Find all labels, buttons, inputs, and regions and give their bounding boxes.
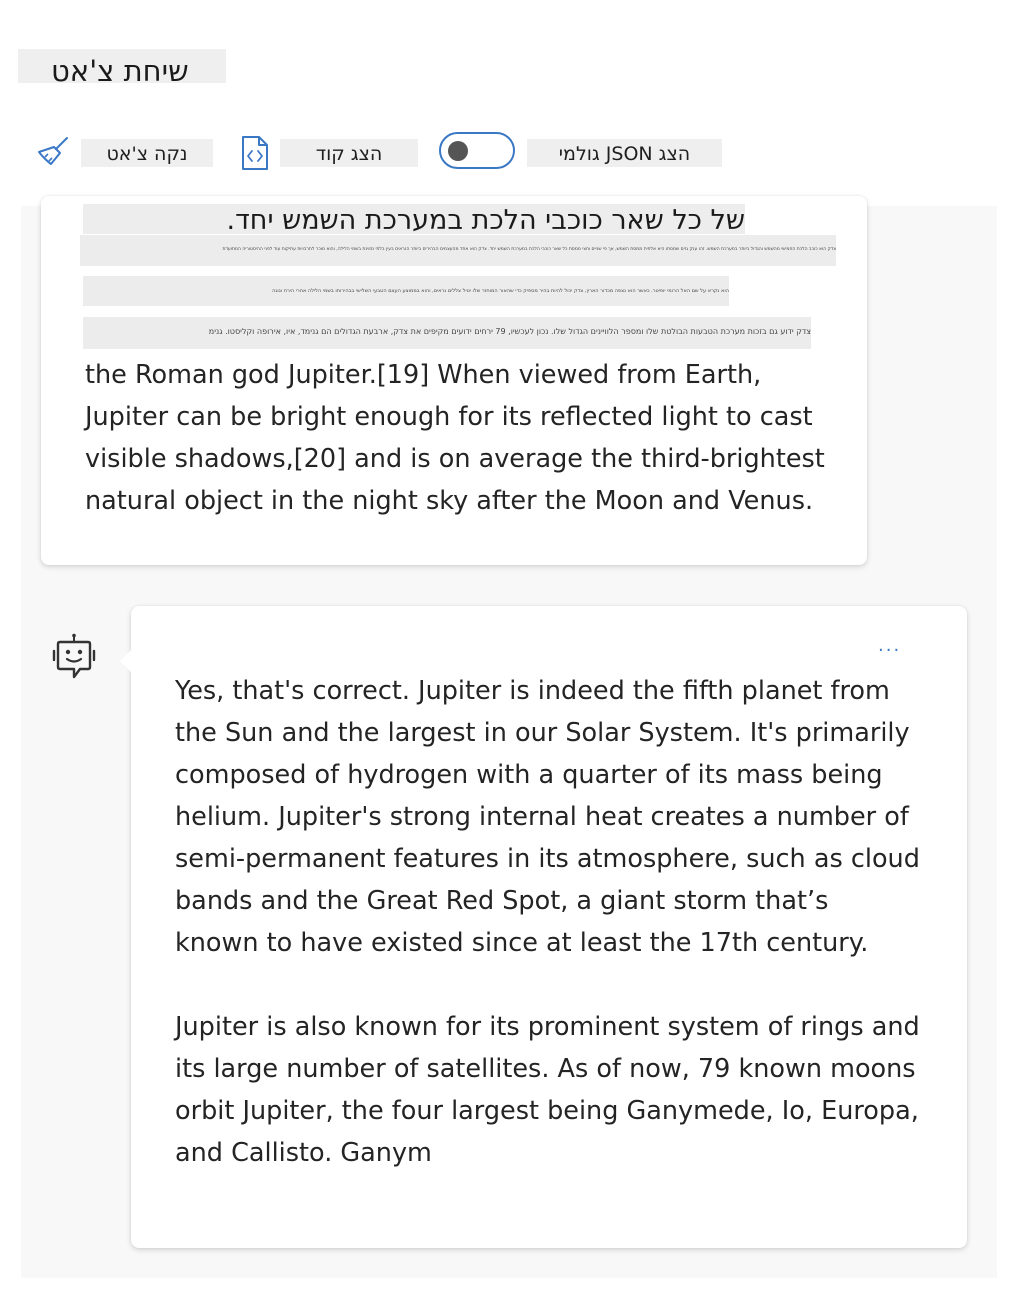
message-pointer xyxy=(120,649,132,673)
assistant-message: ... Yes, that's correct. Jupiter is inde… xyxy=(120,606,967,1248)
user-message-line: הוא נקרא על שם האל הרומי יופיטר. כאשר הו… xyxy=(83,276,729,306)
show-code-button[interactable]: הצג קוד xyxy=(280,139,418,167)
more-options-button[interactable]: ... xyxy=(878,634,901,658)
chat-panel-title-text: שיחת צ'אט xyxy=(51,54,189,83)
assistant-message-paragraph: Yes, that's correct. Jupiter is indeed t… xyxy=(175,676,920,958)
code-file-icon[interactable] xyxy=(240,135,270,171)
user-message-text: the Roman god Jupiter.[19] When viewed f… xyxy=(85,360,825,516)
chat-panel-title: שיחת צ'אט xyxy=(18,49,226,83)
clear-chat-button[interactable]: נקה צ'אט xyxy=(81,139,213,167)
assistant-message-paragraph: Jupiter is also known for its prominent … xyxy=(175,1012,920,1168)
user-message: של כל שאר כוכבי הלכת במערכת השמש יחד. צד… xyxy=(41,196,867,565)
user-message-line: צדק ידוע גם בזכות מערכת הטבעות הבולטת של… xyxy=(83,317,811,349)
toggle-knob xyxy=(448,141,468,161)
raw-json-toggle[interactable] xyxy=(439,132,515,169)
user-message-heading: של כל שאר כוכבי הלכת במערכת השמש יחד. xyxy=(83,204,745,234)
user-message-line: צדק הוא כוכב הלכת החמישי מהשמש והגדול בי… xyxy=(80,235,836,266)
broom-icon[interactable] xyxy=(36,134,72,170)
raw-json-toggle-label[interactable]: הצג JSON גולמי xyxy=(527,139,722,167)
bot-icon xyxy=(52,633,96,683)
